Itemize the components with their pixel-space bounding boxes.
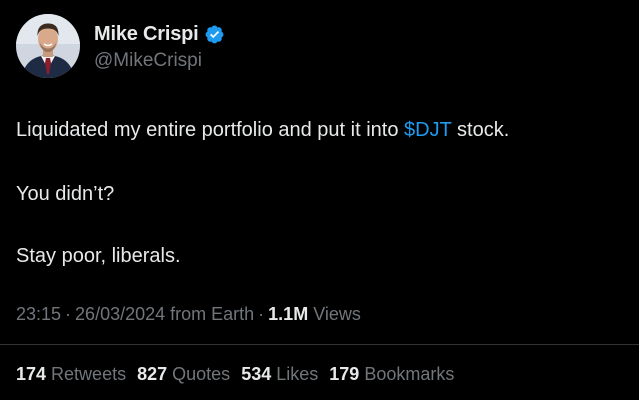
bookmarks-count: 179 bbox=[329, 364, 360, 384]
tweet-source: from Earth bbox=[170, 304, 255, 324]
stat-likes[interactable]: 534 Likes bbox=[241, 364, 318, 385]
avatar[interactable] bbox=[16, 14, 80, 78]
tweet-text-after-cashtag: stock. bbox=[451, 119, 510, 141]
views-label: Views bbox=[313, 304, 361, 324]
tweet-text-line-2: You didn’t? bbox=[16, 183, 115, 205]
bookmarks-label: Bookmarks bbox=[364, 364, 455, 384]
avatar-image bbox=[16, 14, 80, 78]
verified-badge-icon[interactable] bbox=[204, 24, 225, 45]
display-name-row: Mike Crispi bbox=[94, 21, 225, 47]
likes-count: 534 bbox=[241, 364, 272, 384]
likes-label: Likes bbox=[276, 364, 319, 384]
meta-separator: · bbox=[258, 304, 265, 324]
stat-quotes[interactable]: 827 Quotes bbox=[137, 364, 230, 385]
tweet-date[interactable]: 26/03/2024 bbox=[75, 304, 165, 325]
meta-separator: · bbox=[65, 304, 72, 324]
tweet-header: Mike Crispi @MikeCrispi bbox=[16, 14, 225, 78]
quotes-label: Quotes bbox=[172, 364, 231, 384]
stat-retweets[interactable]: 174 Retweets bbox=[16, 364, 126, 385]
cashtag-link[interactable]: $DJT bbox=[404, 119, 451, 141]
views-count[interactable]: 1.1M bbox=[268, 304, 308, 325]
engagement-stats: 174 Retweets 827 Quotes 534 Likes 179 Bo… bbox=[16, 364, 465, 385]
tweet-card: Mike Crispi @MikeCrispi Liquidated my en… bbox=[0, 0, 639, 400]
quotes-count: 827 bbox=[137, 364, 168, 384]
retweets-count: 174 bbox=[16, 364, 47, 384]
divider bbox=[0, 344, 639, 345]
author-names: Mike Crispi @MikeCrispi bbox=[94, 21, 225, 72]
retweets-label: Retweets bbox=[51, 364, 127, 384]
tweet-meta: 23:15 · 26/03/2024 from Earth · 1.1M Vie… bbox=[16, 304, 361, 325]
stat-bookmarks[interactable]: 179 Bookmarks bbox=[329, 364, 454, 385]
tweet-text-before-cashtag: Liquidated my entire portfolio and put i… bbox=[16, 119, 405, 141]
author-handle[interactable]: @MikeCrispi bbox=[94, 50, 225, 72]
tweet-text-line-3: Stay poor, liberals. bbox=[16, 245, 181, 267]
tweet-time[interactable]: 23:15 bbox=[16, 304, 61, 325]
display-name[interactable]: Mike Crispi bbox=[94, 23, 199, 46]
tweet-text-line-1: Liquidated my entire portfolio and put i… bbox=[16, 118, 509, 142]
